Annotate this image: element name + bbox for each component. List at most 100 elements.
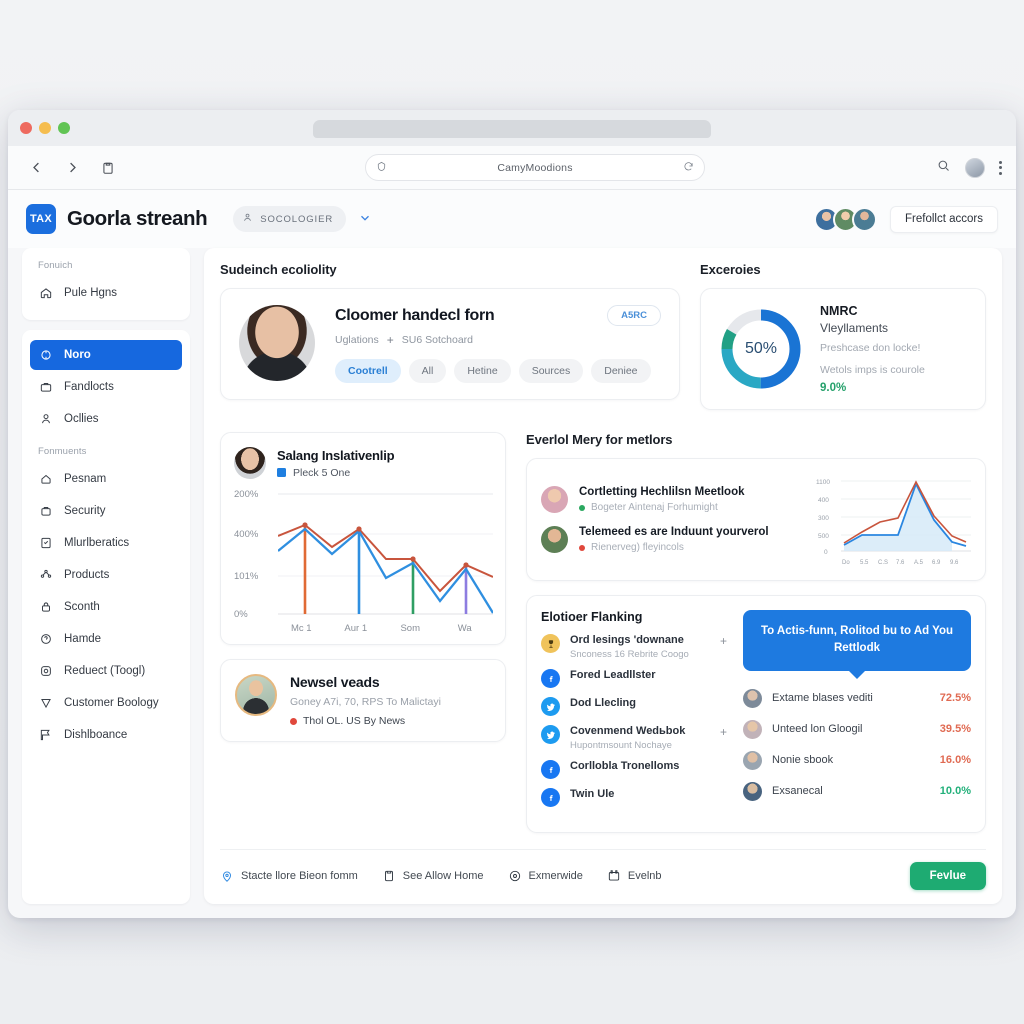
window-controls[interactable]	[20, 122, 70, 134]
browser-tab[interactable]	[313, 120, 711, 138]
forward-button[interactable]	[58, 154, 86, 182]
chevron-down-icon[interactable]	[358, 211, 372, 228]
chip-cootrell[interactable]: Cootrell	[335, 359, 401, 383]
sidebar-item-noro[interactable]: Noro	[30, 340, 182, 370]
footer-item-see-allow-home[interactable]: See Allow Home	[382, 869, 484, 883]
header-action-button[interactable]: Frefollct accors	[890, 205, 998, 233]
footer-item-evelnb[interactable]: Evelnb	[607, 869, 662, 883]
progress-desc-line1: Preshcase don locke!	[820, 342, 921, 355]
shield-icon	[376, 159, 387, 177]
promo-tooltip[interactable]: To Actis-funn, Rolitod bu to Ad You Rett…	[743, 610, 971, 671]
stat-value: 72.5%	[939, 692, 971, 704]
clipboard-icon[interactable]	[94, 154, 122, 182]
progress-value: 9.0%	[820, 381, 847, 394]
table-row[interactable]: Extame blases vediti 72.5%	[743, 688, 971, 708]
chip-sources[interactable]: Sources	[518, 359, 584, 383]
list-item[interactable]: Dod Llecling	[541, 697, 727, 716]
kebab-menu-icon[interactable]	[999, 160, 1002, 175]
footer-primary-button[interactable]: Fevlue	[909, 862, 986, 890]
dashboard-icon	[39, 348, 53, 362]
progress-desc-line2: Wetols imps is courole	[820, 363, 925, 376]
twitter-icon	[541, 725, 560, 744]
search-icon[interactable]	[936, 158, 951, 178]
status-badge[interactable]: A5RC	[607, 305, 661, 326]
sidebar-item-security[interactable]: Security	[30, 496, 182, 526]
table-row[interactable]: Exsanecal 10.0%	[743, 781, 971, 801]
list-item[interactable]: Fored Leadllster	[541, 669, 727, 688]
plus-icon[interactable]: +	[387, 333, 394, 347]
app-header: TAX Goorla streanh SOCOLOGIER Frefollct …	[8, 190, 1016, 248]
list-item[interactable]: Twin Ule	[541, 788, 727, 807]
mid-row: Salang Inslativenlip Pleck 5 One 200% 40…	[220, 432, 986, 833]
salary-chart-title: Salang Inslativenlip	[277, 447, 395, 463]
svg-text:9.6: 9.6	[950, 560, 959, 566]
stat-name: Extame blases vediti	[772, 692, 873, 704]
calendar-icon	[608, 870, 620, 881]
list-item[interactable]: Telemeed es are Induunt yourverol Riener…	[541, 526, 802, 553]
sidebar-item-mlurlberatics[interactable]: Mlurlberatics	[30, 528, 182, 558]
salary-chart-legend: Pleck 5 One	[277, 467, 394, 479]
list-item[interactable]: Cortletting Hechlilsn Meetlook Bogeter A…	[541, 486, 802, 513]
profile-name: Cloomer handecl forn	[335, 306, 495, 324]
y-tick-label: 101%	[234, 571, 259, 582]
table-row[interactable]: Unteed lon Gloogil 39.5%	[743, 719, 971, 739]
sidebar-item-fandlocts[interactable]: Fandlocts	[30, 372, 182, 402]
member-avatars[interactable]	[814, 206, 878, 232]
org-selector[interactable]: SOCOLOGIER	[233, 206, 347, 232]
add-icon[interactable]: +	[720, 725, 727, 739]
minimize-window-button[interactable]	[39, 122, 51, 134]
sidebar: Fonuich Pule Hgns Noro Fandlocts Ocllies…	[22, 248, 190, 904]
home-icon	[39, 286, 53, 300]
section-title-profile: Sudeinch ecoliolity	[220, 262, 337, 277]
sidebar-item-label: Dishlboance	[64, 729, 128, 741]
add-icon[interactable]: +	[720, 634, 727, 648]
list-item[interactable]: Ord lesings 'downane Snconess 16 Rebrite…	[541, 634, 727, 660]
address-bar[interactable]: CamyMoodions	[365, 154, 705, 181]
sidebar-item-reduect-toogl[interactable]: Reduect (Toogl)	[30, 656, 182, 686]
sidebar-item-label: Security	[64, 505, 106, 517]
footer-item-stacte-llore[interactable]: Stacte llore Bieon fomm	[220, 869, 358, 883]
list-item[interactable]: Corllobla Tronelloms	[541, 760, 727, 779]
sidebar-item-sconth[interactable]: Sconth	[30, 592, 182, 622]
svg-text:1100: 1100	[816, 479, 830, 486]
sidebar-item-products[interactable]: Products	[30, 560, 182, 590]
footer-item-exmerwide[interactable]: Exmerwide	[508, 869, 583, 883]
sidebar-item-label: Mlurlberatics	[64, 537, 130, 549]
ranking-stats: To Actis-funn, Rolitod bu to Ad You Rett…	[743, 610, 971, 818]
back-button[interactable]	[22, 154, 50, 182]
chip-hetine[interactable]: Hetine	[454, 359, 511, 383]
chip-all[interactable]: All	[408, 359, 447, 383]
avatar[interactable]	[852, 206, 878, 232]
browser-profile-avatar[interactable]	[965, 157, 985, 178]
sidebar-item-customer-boology[interactable]: Customer Boology	[30, 688, 182, 718]
list-item[interactable]: Covenmend Wedьbok Hupontmsount Nochaye +	[541, 725, 727, 751]
svg-text:6.9: 6.9	[932, 560, 941, 566]
sidebar-divider	[30, 436, 182, 444]
table-row[interactable]: Nonie sbook 16.0%	[743, 750, 971, 770]
meeting-sub-label: Rienerveg) fleyincols	[591, 542, 684, 553]
sidebar-item-pesnam[interactable]: Pesnam	[30, 464, 182, 494]
reload-icon[interactable]	[683, 159, 694, 177]
window-titlebar	[8, 110, 1016, 146]
y-tick-label: 0%	[234, 609, 248, 620]
sidebar-item-ocllies[interactable]: Ocllies	[30, 404, 182, 434]
pin-icon	[39, 696, 53, 710]
close-window-button[interactable]	[20, 122, 32, 134]
maximize-window-button[interactable]	[58, 122, 70, 134]
share-icon	[39, 568, 53, 582]
ranking-list: Elotioer Flanking Ord lesings 'downane S…	[541, 610, 727, 818]
sidebar-item-pule-hgns[interactable]: Pule Hgns	[30, 278, 182, 308]
trophy-icon	[541, 634, 560, 653]
sidebar-item-label: Hamde	[64, 633, 102, 645]
legend-label: Pleck 5 One	[293, 466, 351, 479]
ranking-card: Elotioer Flanking Ord lesings 'downane S…	[526, 595, 986, 833]
clipboard-check-icon	[39, 536, 53, 550]
avatar	[743, 719, 762, 739]
sidebar-item-hamde[interactable]: Hamde	[30, 624, 182, 654]
ranking-title: Elotioer Flanking	[541, 610, 643, 624]
sidebar-item-dishlboance[interactable]: Dishlboance	[30, 720, 182, 750]
x-tick-label: Mc 1	[290, 623, 312, 634]
chip-deniee[interactable]: Deniee	[591, 359, 651, 383]
sidebar-item-label: Customer Boology	[64, 697, 159, 709]
browser-window: CamyMoodions TAX Goorla streanh SOCOLOGI…	[8, 110, 1016, 918]
